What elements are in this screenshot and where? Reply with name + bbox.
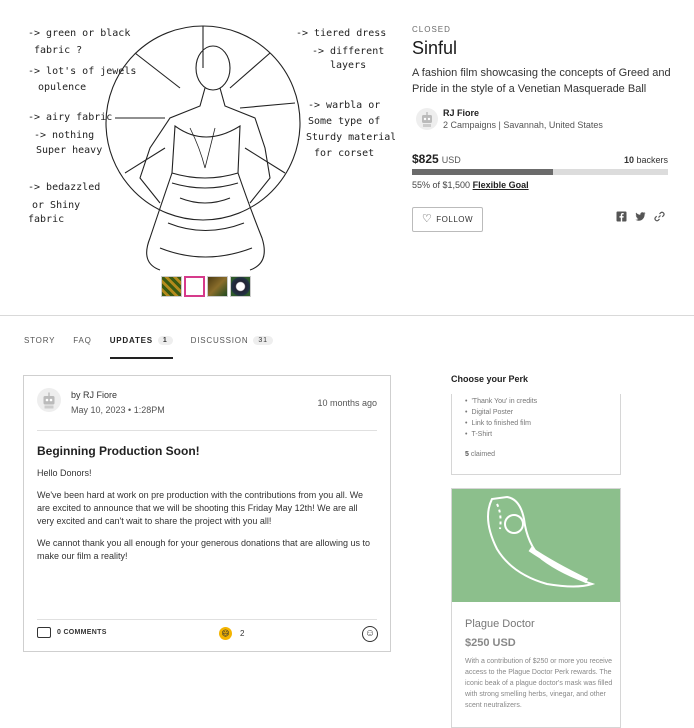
- tab-discussion[interactable]: DISCUSSION 31: [191, 336, 273, 358]
- sketch-note: opulence: [38, 82, 86, 93]
- update-relative-time: 10 months ago: [317, 398, 377, 408]
- sketch-note: -> green or black: [28, 28, 130, 39]
- gallery-thumbnail[interactable]: [230, 276, 251, 297]
- author-avatar: [37, 388, 61, 412]
- robot-avatar-icon: [422, 112, 432, 127]
- perk-item: Digital Poster: [465, 407, 620, 418]
- backers-number: 10: [623, 155, 634, 165]
- tab-faq[interactable]: FAQ: [73, 336, 91, 358]
- campaign-status-label: CLOSED: [412, 25, 451, 34]
- owner-meta: 2 Campaigns | Savannah, United States: [443, 120, 603, 130]
- funding-progress-fill: [412, 169, 553, 175]
- amount-currency: USD: [441, 155, 461, 165]
- gallery-thumbnail-selected[interactable]: [184, 276, 205, 297]
- update-title: Beginning Production Soon!: [37, 444, 200, 458]
- update-paragraph: We've been hard at work on pre productio…: [37, 490, 364, 526]
- perk-price: $250 USD: [465, 637, 516, 649]
- perk-item: T-Shirt: [465, 429, 620, 440]
- gallery-thumbnail[interactable]: [207, 276, 228, 297]
- comments-button[interactable]: 0 COMMENTS: [37, 627, 107, 638]
- sketch-note: -> bedazzled: [28, 182, 100, 193]
- sketch-note: -> lot's of jewels: [28, 66, 136, 77]
- perk-item: Link to finished film: [465, 418, 620, 429]
- campaign-title: Sinful: [412, 38, 458, 58]
- goal-percent: 55% of $1,500: [412, 180, 471, 190]
- add-reaction-icon[interactable]: ☺: [362, 626, 378, 642]
- plague-doctor-mask-illustration: [487, 495, 596, 588]
- update-date: May 10, 2023 • 1:28PM: [71, 405, 165, 415]
- perk-card[interactable]: 'Thank You' in credits Digital Poster Li…: [451, 394, 621, 475]
- update-author: by RJ Fiore: [71, 390, 118, 400]
- gallery-thumbnail[interactable]: [161, 276, 182, 297]
- goal-type-link[interactable]: Flexible Goal: [473, 180, 529, 190]
- sketch-note: -> warbla or: [308, 100, 380, 111]
- tab-updates[interactable]: UPDATES 1: [109, 336, 173, 359]
- campaign-tagline: A fashion film showcasing the concepts o…: [412, 67, 671, 95]
- campaign-owner[interactable]: RJ Fiore 2 Campaigns | Savannah, United …: [416, 108, 603, 130]
- update-body: Hello Donors! We've been hard at work on…: [37, 467, 375, 572]
- perk-card-plague-doctor[interactable]: Plague Doctor $250 USD With a contributi…: [451, 488, 621, 728]
- reaction-summary[interactable]: 😄 2: [219, 627, 244, 640]
- sketch-note: -> tiered dress: [296, 28, 386, 39]
- claimed-number: 5: [465, 451, 469, 458]
- follow-button[interactable]: ♡ FOLLOW: [412, 207, 483, 232]
- tab-story[interactable]: STORY: [24, 336, 55, 358]
- sketch-note: fabric: [28, 214, 64, 225]
- gallery-thumbnails: [161, 276, 251, 297]
- sketch-note: -> nothing: [34, 130, 94, 141]
- perk-item: 'Thank You' in credits: [465, 396, 620, 407]
- owner-avatar: [416, 108, 438, 130]
- twitter-icon[interactable]: [635, 211, 646, 222]
- sketch-note: fabric ?: [34, 45, 82, 56]
- campaign-sketch-image[interactable]: -> green or black fabric ? -> lot's of j…: [0, 8, 395, 273]
- funding-progress-bar: [412, 169, 668, 175]
- section-divider: [0, 315, 694, 316]
- heart-icon: ♡: [421, 213, 433, 225]
- update-paragraph: We cannot thank you all enough for your …: [37, 538, 371, 561]
- perk-name: Plague Doctor: [465, 618, 535, 630]
- sketch-note: -> different: [312, 46, 384, 57]
- update-paragraph: Hello Donors!: [37, 468, 92, 478]
- update-card: by RJ Fiore May 10, 2023 • 1:28PM 10 mon…: [23, 375, 391, 652]
- comments-label: 0 COMMENTS: [57, 629, 107, 636]
- backers-count: 10 backers: [624, 155, 668, 165]
- amount-value: $825: [412, 152, 439, 166]
- goal-text: 55% of $1,500 Flexible Goal: [412, 180, 529, 190]
- facebook-icon[interactable]: [616, 211, 627, 222]
- tab-label: DISCUSSION: [190, 336, 249, 345]
- sketch-note: for corset: [314, 148, 374, 159]
- sketch-note: Some type of: [308, 116, 380, 127]
- sketch-note: layers: [330, 60, 366, 71]
- follow-label: FOLLOW: [436, 215, 474, 224]
- perk-image: [452, 489, 620, 602]
- sketch-note: Sturdy material: [306, 132, 395, 143]
- laughing-emoji-icon: 😄: [219, 627, 232, 640]
- amount-raised: $825 USD: [412, 152, 461, 166]
- sketch-note: -> airy fabric: [28, 112, 112, 123]
- tab-label: STORY: [24, 336, 56, 345]
- campaign-hero: -> green or black fabric ? -> lot's of j…: [0, 0, 694, 316]
- backers-label: backers: [636, 155, 668, 165]
- tab-count-badge: 1: [157, 336, 173, 345]
- tab-label: FAQ: [73, 336, 92, 345]
- comment-bubble-icon: [37, 627, 51, 638]
- robot-avatar-icon: [43, 392, 55, 409]
- tab-label: UPDATES: [109, 336, 153, 345]
- divider: [37, 430, 377, 431]
- reaction-count: 2: [240, 629, 245, 638]
- perk-description: With a contribution of $250 or more you …: [465, 658, 613, 709]
- claimed-label: claimed: [470, 451, 495, 458]
- campaign-tabs: STORY FAQ UPDATES 1 DISCUSSION 31: [24, 336, 273, 359]
- share-icons: [616, 211, 665, 222]
- link-icon[interactable]: [654, 211, 665, 222]
- perks-heading: Choose your Perk: [451, 374, 529, 384]
- sketch-note: or Shiny: [32, 200, 80, 211]
- perk-items-list: 'Thank You' in credits Digital Poster Li…: [452, 394, 620, 440]
- tab-count-badge: 31: [253, 336, 273, 345]
- sketch-note: Super heavy: [36, 145, 102, 156]
- owner-name[interactable]: RJ Fiore: [443, 108, 603, 118]
- perk-claimed-count: 5 claimed: [465, 451, 495, 458]
- divider: [37, 619, 377, 620]
